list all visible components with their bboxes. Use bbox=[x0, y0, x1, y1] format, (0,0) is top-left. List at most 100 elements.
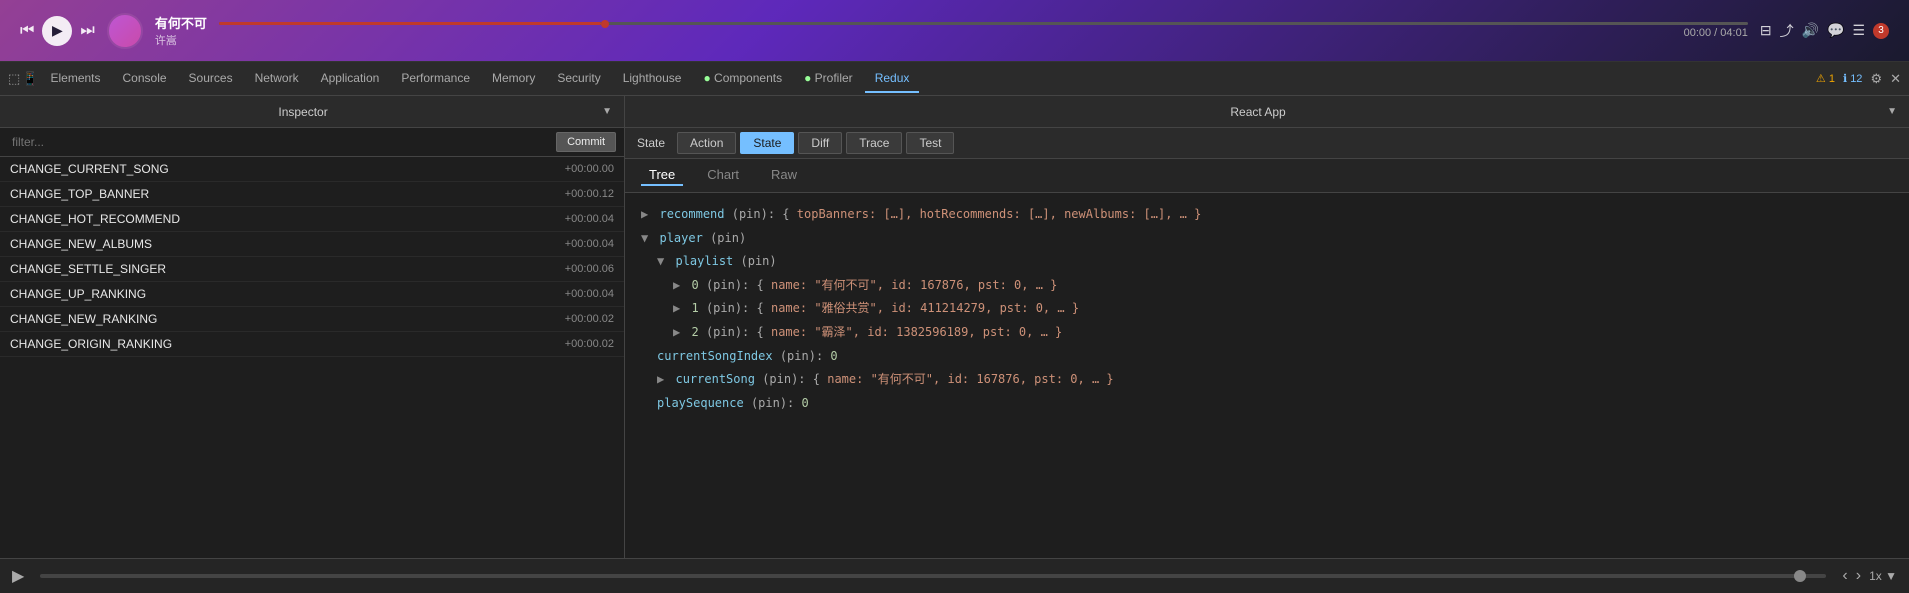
current-song-index-line: currentSongIndex (pin): 0 bbox=[641, 345, 1893, 369]
action-time-6: +00:00.02 bbox=[565, 313, 614, 325]
action-time-1: +00:00.12 bbox=[565, 188, 614, 200]
badge-count: 3 bbox=[1873, 23, 1889, 39]
action-name-0: CHANGE_CURRENT_SONG bbox=[10, 162, 169, 176]
commit-button[interactable]: Commit bbox=[556, 132, 616, 152]
action-name-7: CHANGE_ORIGIN_RANKING bbox=[10, 337, 172, 351]
profiler-dot: ● bbox=[804, 71, 815, 85]
play-sequence-line: playSequence (pin): 0 bbox=[641, 392, 1893, 416]
tab-security[interactable]: Security bbox=[547, 65, 610, 93]
song-artist: 许嵩 bbox=[155, 32, 207, 48]
close-icon[interactable]: ✕ bbox=[1890, 71, 1901, 87]
action-time-4: +00:00.06 bbox=[565, 263, 614, 275]
filter-input[interactable] bbox=[8, 133, 550, 151]
player-expand-arrow[interactable]: ▼ bbox=[641, 231, 648, 245]
recommend-line: ▶ recommend (pin): { topBanners: […], ho… bbox=[641, 203, 1893, 227]
filter-bar: Commit bbox=[0, 128, 624, 157]
progress-area[interactable]: 00:00 / 04:01 bbox=[219, 22, 1748, 39]
tab-components[interactable]: ● Components bbox=[693, 65, 792, 93]
screen-icon[interactable]: ⊟ bbox=[1760, 22, 1772, 39]
tab-lighthouse[interactable]: Lighthouse bbox=[613, 65, 692, 93]
playlist-item-0: ▶ 0 (pin): { name: "有何不可", id: 167876, p… bbox=[641, 274, 1893, 298]
action-list: CHANGE_CURRENT_SONG +00:00.00 CHANGE_TOP… bbox=[0, 157, 624, 558]
time-display: 00:00 / 04:01 bbox=[219, 27, 1748, 39]
next-nav-button[interactable]: › bbox=[1856, 567, 1861, 585]
playlist-expand-arrow[interactable]: ▼ bbox=[657, 254, 664, 268]
playlist-item-2: ▶ 2 (pin): { name: "霸泽", id: 1382596189,… bbox=[641, 321, 1893, 345]
settings-icon[interactable]: ⚙ bbox=[1870, 71, 1882, 87]
item2-expand-arrow[interactable]: ▶ bbox=[673, 325, 680, 339]
speed-arrow: ▼ bbox=[1885, 569, 1897, 583]
view-tabs: Tree Chart Raw bbox=[625, 159, 1909, 193]
action-item-0[interactable]: CHANGE_CURRENT_SONG +00:00.00 bbox=[0, 157, 624, 182]
tab-elements[interactable]: Elements bbox=[40, 65, 110, 93]
item0-expand-arrow[interactable]: ▶ bbox=[673, 278, 680, 292]
tab-sources[interactable]: Sources bbox=[179, 65, 243, 93]
view-tab-tree[interactable]: Tree bbox=[641, 165, 683, 186]
volume-icon[interactable]: 🔊 bbox=[1802, 22, 1819, 39]
playlist-icon[interactable]: ☰ bbox=[1852, 22, 1865, 39]
devtools-tabs-bar: ⬚ 📱 Elements Console Sources Network App… bbox=[0, 62, 1909, 96]
media-right-controls: ⊟ ⤴ 🔊 💬 ☰ 3 bbox=[1760, 21, 1889, 41]
tab-application[interactable]: Application bbox=[311, 65, 390, 93]
state-tabs-bar: State Action State Diff Trace Test bbox=[625, 128, 1909, 159]
progress-thumb[interactable] bbox=[601, 20, 609, 28]
player-line: ▼ player (pin) bbox=[641, 227, 1893, 251]
current-song-line: ▶ currentSong (pin): { name: "有何不可", id:… bbox=[641, 368, 1893, 392]
components-dot: ● bbox=[703, 71, 714, 85]
right-header-arrow[interactable]: ▼ bbox=[1887, 106, 1897, 117]
tab-profiler[interactable]: ● Profiler bbox=[794, 65, 863, 93]
media-bar: ⏮ ▶ ⏭ 有何不可 许嵩 00:00 / 04:01 ⊟ ⤴ 🔊 💬 ☰ 3 bbox=[0, 0, 1909, 62]
action-time-0: +00:00.00 bbox=[565, 163, 614, 175]
inspect-icon[interactable]: ⬚ bbox=[8, 71, 20, 87]
recommend-expand-arrow[interactable]: ▶ bbox=[641, 207, 648, 221]
song-title: 有何不可 bbox=[155, 13, 207, 32]
action-item-7[interactable]: CHANGE_ORIGIN_RANKING +00:00.02 bbox=[0, 332, 624, 357]
item1-expand-arrow[interactable]: ▶ bbox=[673, 301, 680, 315]
bottom-progress-thumb[interactable] bbox=[1794, 570, 1806, 582]
speed-selector[interactable]: 1x ▼ bbox=[1869, 569, 1897, 583]
mobile-icon[interactable]: 📱 bbox=[22, 71, 38, 87]
progress-fill bbox=[219, 22, 601, 25]
action-item-3[interactable]: CHANGE_NEW_ALBUMS +00:00.04 bbox=[0, 232, 624, 257]
action-item-2[interactable]: CHANGE_HOT_RECOMMEND +00:00.04 bbox=[0, 207, 624, 232]
prev-nav-button[interactable]: ‹ bbox=[1842, 567, 1847, 585]
inspector-collapse-arrow[interactable]: ▼ bbox=[602, 106, 612, 117]
tab-diff-button[interactable]: Diff bbox=[798, 132, 842, 154]
right-panel-header: React App ▼ bbox=[625, 96, 1909, 128]
bottom-play-button[interactable]: ▶ bbox=[12, 566, 24, 586]
next-button[interactable]: ⏭ bbox=[80, 22, 94, 40]
tab-state-button[interactable]: State bbox=[740, 132, 794, 154]
play-button[interactable]: ▶ bbox=[42, 16, 72, 46]
state-tree-content: ▶ recommend (pin): { topBanners: […], ho… bbox=[625, 193, 1909, 558]
share-icon[interactable]: ⤴ bbox=[1780, 21, 1794, 41]
action-item-6[interactable]: CHANGE_NEW_RANKING +00:00.02 bbox=[0, 307, 624, 332]
action-item-4[interactable]: CHANGE_SETTLE_SINGER +00:00.06 bbox=[0, 257, 624, 282]
bottom-progress-bar[interactable] bbox=[40, 574, 1826, 578]
action-name-5: CHANGE_UP_RANKING bbox=[10, 287, 146, 301]
tab-test-button[interactable]: Test bbox=[906, 132, 954, 154]
tab-trace-button[interactable]: Trace bbox=[846, 132, 902, 154]
lyrics-icon[interactable]: 💬 bbox=[1827, 22, 1844, 39]
action-time-3: +00:00.04 bbox=[565, 238, 614, 250]
tab-performance[interactable]: Performance bbox=[391, 65, 480, 93]
tab-network[interactable]: Network bbox=[245, 65, 309, 93]
main-layout: Inspector ▼ Commit CHANGE_CURRENT_SONG +… bbox=[0, 96, 1909, 558]
playlist-line: ▼ playlist (pin) bbox=[641, 250, 1893, 274]
tab-memory[interactable]: Memory bbox=[482, 65, 545, 93]
progress-bar[interactable] bbox=[219, 22, 1748, 25]
view-tab-raw[interactable]: Raw bbox=[763, 165, 805, 186]
action-item-1[interactable]: CHANGE_TOP_BANNER +00:00.12 bbox=[0, 182, 624, 207]
action-item-5[interactable]: CHANGE_UP_RANKING +00:00.04 bbox=[0, 282, 624, 307]
action-time-2: +00:00.04 bbox=[565, 213, 614, 225]
play-sequence-key: playSequence bbox=[657, 396, 744, 410]
current-song-index-key: currentSongIndex bbox=[657, 349, 773, 363]
tab-console[interactable]: Console bbox=[113, 65, 177, 93]
tab-action-button[interactable]: Action bbox=[677, 132, 736, 154]
tab-redux[interactable]: Redux bbox=[865, 65, 920, 93]
current-song-expand-arrow[interactable]: ▶ bbox=[657, 372, 664, 386]
view-tab-chart[interactable]: Chart bbox=[699, 165, 747, 186]
time-total: 04:01 bbox=[1720, 27, 1748, 39]
prev-button[interactable]: ⏮ bbox=[20, 22, 34, 40]
player-key: player bbox=[659, 231, 702, 245]
bottom-bar: ▶ ‹ › 1x ▼ bbox=[0, 558, 1909, 593]
